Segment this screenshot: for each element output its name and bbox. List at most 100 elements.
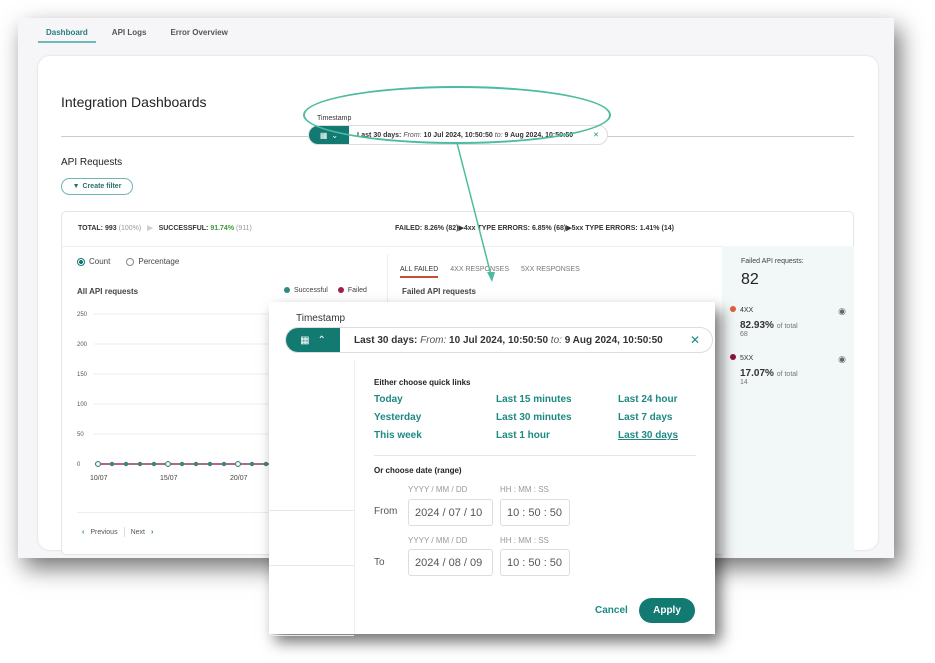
tab-error-overview[interactable]: Error Overview	[162, 26, 235, 43]
error-count: 68	[740, 331, 748, 338]
data-point[interactable]	[123, 461, 129, 467]
range-title: Or choose date (range)	[374, 466, 462, 475]
error-item-4xx: 4XX 82.93% of total 68	[730, 306, 798, 338]
calendar-clock-icon: ▦	[300, 334, 310, 346]
sidebar-total: 82	[741, 271, 759, 288]
section-title: API Requests	[61, 157, 123, 168]
to-time-input[interactable]: 10 : 50 : 50	[500, 549, 570, 576]
y-tick-label: 200	[77, 342, 88, 348]
from-label: From:	[420, 334, 447, 346]
error-pct: 17.07%	[740, 368, 774, 379]
close-icon[interactable]: ✕	[593, 131, 599, 139]
data-point[interactable]	[193, 461, 199, 467]
date-format-hint: YYYY / MM / DD	[408, 536, 468, 545]
popup-background	[269, 360, 354, 636]
to-label: to:	[550, 334, 562, 346]
data-point[interactable]	[165, 461, 171, 467]
close-icon[interactable]: ✕	[690, 333, 700, 347]
apply-button[interactable]: Apply	[639, 598, 695, 623]
e5-label: 5xx TYPE ERRORS:	[571, 225, 638, 232]
error-count: 14	[740, 379, 748, 386]
next-button[interactable]: Next	[131, 529, 145, 536]
data-point[interactable]	[179, 461, 185, 467]
y-tick-label: 150	[77, 372, 88, 378]
cancel-button[interactable]: Cancel	[595, 605, 628, 616]
failed-label: FAILED:	[395, 225, 423, 232]
date-format-hint: YYYY / MM / DD	[408, 485, 468, 494]
e4-pct: 6.85%	[531, 225, 552, 232]
quick-link[interactable]: Last 30 days	[618, 430, 718, 441]
chevron-up-icon: ⌃	[317, 334, 326, 346]
tab-5xx-responses[interactable]: 5XX RESPONSES	[521, 266, 580, 278]
quick-link[interactable]: Last 7 days	[618, 412, 718, 423]
to-row-label: To	[374, 557, 385, 568]
quick-link[interactable]: Yesterday	[374, 412, 496, 423]
tab-4xx-responses[interactable]: 4XX RESPONSES	[450, 266, 509, 278]
data-point[interactable]	[235, 461, 241, 467]
error-code: 4XX	[740, 307, 754, 314]
failed-tabs: ALL FAILED 4XX RESPONSES 5XX RESPONSES	[400, 266, 580, 278]
y-tick-label: 100	[77, 402, 88, 408]
eye-icon[interactable]: ◉	[838, 306, 846, 317]
previous-button[interactable]: Previous	[90, 529, 117, 536]
y-tick-label: 0	[77, 462, 81, 468]
calendar-clock-icon: ▦	[319, 130, 328, 140]
x-tick-label: 20/07	[230, 475, 248, 482]
y-tick-label: 250	[77, 312, 88, 318]
error-code: 5XX	[740, 355, 754, 362]
y-tick-label: 50	[77, 432, 84, 438]
eye-icon[interactable]: ◉	[838, 354, 846, 365]
of-total: of total	[776, 323, 798, 330]
to-date-input[interactable]: 2024 / 08 / 09	[408, 549, 493, 576]
highlight-ellipse	[303, 86, 611, 144]
of-total: of total	[776, 371, 798, 378]
e4-count: (68)	[553, 225, 567, 232]
tab-dashboard[interactable]: Dashboard	[38, 26, 96, 43]
error-pct: 82.93%	[740, 320, 774, 331]
timestamp-picker[interactable]: ▦ ⌃ Last 30 days: From: 10 Jul 2024, 10:5…	[285, 327, 713, 353]
failed-summary-sidebar: Failed API requests: 82 4XX 82.93% of tot…	[722, 246, 854, 555]
failed-pct: 8.26%	[424, 225, 445, 232]
stats-errors: FAILED: 8.26% (82)▶4xx TYPE ERRORS: 6.85…	[395, 224, 674, 232]
quick-link[interactable]: Last 30 minutes	[496, 412, 618, 423]
x-tick-label: 15/07	[160, 475, 178, 482]
create-filter-label: Create filter	[82, 183, 122, 190]
data-point[interactable]	[151, 461, 157, 467]
to-value: 9 Aug 2024, 10:50:50	[564, 334, 663, 346]
data-point[interactable]	[95, 461, 101, 467]
tab-api-logs[interactable]: API Logs	[104, 26, 155, 43]
quick-link[interactable]: Last 15 minutes	[496, 394, 618, 405]
data-point[interactable]	[221, 461, 227, 467]
range-name: Last 30 days:	[354, 334, 418, 346]
e4-label: 4xx TYPE ERRORS:	[463, 225, 530, 232]
error-item-5xx: 5XX 17.07% of total 14	[730, 354, 798, 386]
data-point[interactable]	[263, 461, 269, 467]
quick-link[interactable]: This week	[374, 430, 496, 441]
from-time-input[interactable]: 10 : 50 : 50	[500, 499, 570, 526]
top-tabs: Dashboard API Logs Error Overview	[38, 26, 244, 43]
data-point[interactable]	[109, 461, 115, 467]
quick-link[interactable]: Last 1 hour	[496, 430, 618, 441]
data-point[interactable]	[249, 461, 255, 467]
data-point[interactable]	[207, 461, 213, 467]
chevron-left-icon: ‹	[82, 528, 85, 536]
quick-link[interactable]: Today	[374, 394, 496, 405]
timestamp-toggle-button[interactable]: ▦ ⌃	[286, 328, 340, 352]
from-value: 10 Jul 2024, 10:50:50	[449, 334, 549, 346]
data-point[interactable]	[137, 461, 143, 467]
tab-all-failed[interactable]: ALL FAILED	[400, 266, 439, 278]
quick-link[interactable]: Last 24 hour	[618, 394, 718, 405]
quick-links-title: Either choose quick links	[374, 378, 471, 387]
filter-icon: ▼	[72, 183, 80, 190]
chevron-right-icon: ›	[150, 528, 154, 536]
date-range-dropdown: Either choose quick links Today Last 15 m…	[354, 360, 708, 634]
quick-links: Today Last 15 minutes Last 24 hour Yesterda…	[374, 394, 718, 441]
from-row-label: From	[374, 506, 398, 517]
from-date-input[interactable]: 2024 / 07 / 10	[408, 499, 493, 526]
create-filter-button[interactable]: ▼ Create filter	[61, 178, 133, 195]
page-title: Integration Dashboards	[61, 94, 207, 110]
time-format-hint: HH : MM : SS	[500, 485, 549, 494]
timestamp-label: Timestamp	[296, 313, 346, 324]
failed-count: (82)	[446, 225, 459, 232]
x-tick-label: 10/07	[90, 475, 108, 482]
